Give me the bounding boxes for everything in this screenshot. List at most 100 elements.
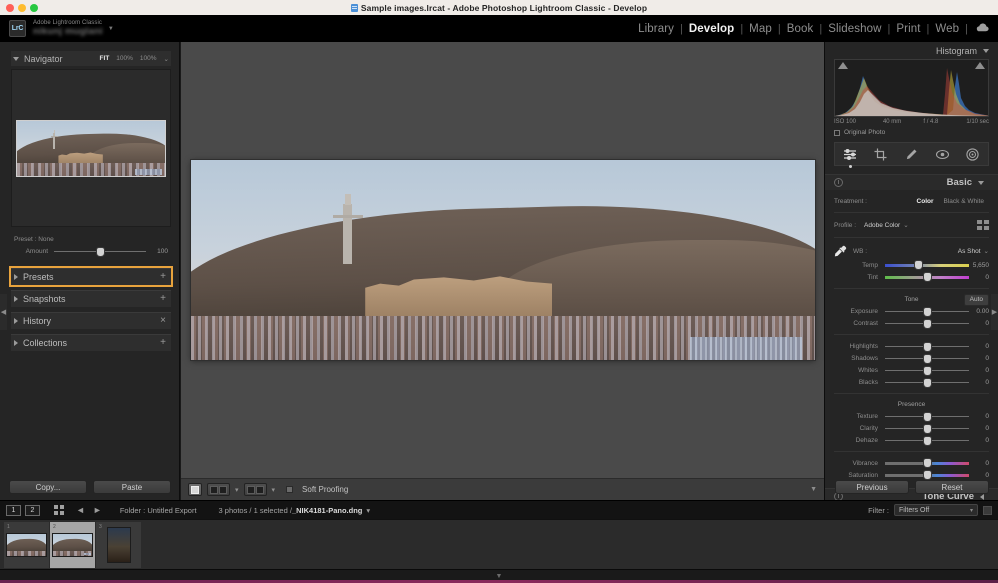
dehaze-slider-row[interactable]: Dehaze 0	[834, 434, 989, 446]
chevron-right-icon[interactable]	[14, 296, 18, 302]
tint-slider-knob[interactable]	[924, 273, 931, 281]
blacks-slider-row[interactable]: Blacks 0	[834, 376, 989, 388]
filter-dropdown[interactable]: Filters Off ▾	[894, 504, 978, 516]
original-photo-toggle[interactable]: Original Photo	[834, 129, 989, 136]
module-print[interactable]: Print	[890, 23, 926, 35]
tint-slider-track[interactable]	[885, 276, 969, 279]
profile-row[interactable]: Profile : Adobe Color ⌄	[834, 218, 989, 232]
split-caret-icon[interactable]: ▾	[272, 486, 276, 494]
chevron-down-icon[interactable]	[983, 49, 989, 53]
exposure-slider-knob[interactable]	[924, 308, 931, 316]
loupe-view-button[interactable]	[188, 483, 202, 496]
auto-tone-button[interactable]: Auto	[964, 294, 989, 306]
highlights-slider-track[interactable]	[885, 346, 969, 347]
profile-value[interactable]: Adobe Color	[864, 222, 900, 229]
blacks-slider-track[interactable]	[885, 382, 969, 383]
amount-slider-row[interactable]: Amount 100	[14, 246, 168, 257]
whites-slider-track[interactable]	[885, 370, 969, 371]
main-photo-preview[interactable]	[191, 160, 815, 360]
temp-slider-row[interactable]: Temp 5,650	[834, 259, 989, 271]
toolbar-options-caret-icon[interactable]: ▼	[810, 486, 817, 493]
histogram-header[interactable]: Histogram	[825, 42, 998, 59]
vibrance-slider-row[interactable]: Vibrance 0	[834, 457, 989, 469]
treatment-bw-option[interactable]: Black & White	[939, 198, 989, 205]
arrow-right-icon[interactable]: ►	[93, 505, 102, 515]
highlights-slider-knob[interactable]	[924, 343, 931, 351]
histogram-graph[interactable]	[834, 59, 989, 117]
module-book[interactable]: Book	[781, 23, 820, 35]
blacks-slider-knob[interactable]	[924, 379, 931, 387]
plus-icon[interactable]: +	[160, 338, 166, 348]
profile-caret-icon[interactable]: ⌄	[903, 221, 908, 229]
reset-button[interactable]: Reset	[915, 480, 989, 494]
clarity-slider-track[interactable]	[885, 428, 969, 429]
right-panel-collapse-arrow[interactable]: ▶	[991, 294, 998, 330]
shadows-slider-track[interactable]	[885, 358, 969, 359]
page-tab-1[interactable]: 1	[6, 505, 21, 516]
zoom-100a[interactable]: 100%	[116, 55, 133, 62]
exposure-slider-row[interactable]: Exposure 0.00	[834, 305, 989, 317]
plus-icon[interactable]: +	[160, 272, 166, 282]
arrow-left-icon[interactable]: ◄	[76, 505, 85, 515]
dehaze-slider-track[interactable]	[885, 440, 969, 441]
page-tab-2[interactable]: 2	[25, 505, 40, 516]
current-file-name[interactable]: _NIK4181-Pano.dng	[292, 506, 362, 515]
tint-slider-row[interactable]: Tint 0	[834, 271, 989, 283]
navigator-thumbnail[interactable]	[16, 120, 166, 177]
photo-canvas[interactable]	[181, 42, 824, 478]
module-slideshow[interactable]: Slideshow	[822, 23, 887, 35]
vibrance-slider-track[interactable]	[885, 462, 969, 465]
chevron-down-icon[interactable]	[13, 57, 19, 61]
plus-icon[interactable]: +	[160, 294, 166, 304]
clarity-slider-knob[interactable]	[924, 425, 931, 433]
copy-button[interactable]: Copy...	[9, 480, 87, 494]
sidebar-item-history[interactable]: History ×	[11, 312, 171, 329]
temp-slider-track[interactable]	[885, 264, 969, 267]
whites-slider-knob[interactable]	[924, 367, 931, 375]
navigator-zoom-controls[interactable]: FIT 100% 100% ⌄	[100, 55, 169, 63]
shadows-slider-knob[interactable]	[924, 355, 931, 363]
profile-grid-icon[interactable]	[977, 220, 989, 230]
vibrance-slider-knob[interactable]	[924, 459, 931, 467]
highlights-slider-row[interactable]: Highlights 0	[834, 340, 989, 352]
wb-caret-icon[interactable]: ⌄	[984, 247, 989, 255]
chevron-right-icon[interactable]	[14, 340, 18, 346]
amount-slider-track[interactable]	[54, 251, 146, 252]
sidebar-item-presets[interactable]: Presets +	[11, 268, 171, 285]
zoom-fit[interactable]: FIT	[100, 55, 110, 62]
crop-icon[interactable]	[873, 146, 889, 162]
chevron-right-icon[interactable]	[14, 274, 18, 280]
zoom-dropdown-caret[interactable]: ⌄	[164, 55, 169, 63]
red-eye-icon[interactable]	[934, 146, 950, 162]
whites-slider-row[interactable]: Whites 0	[834, 364, 989, 376]
basic-panel-header[interactable]: Basic	[825, 174, 998, 190]
edit-sliders-icon[interactable]	[842, 146, 858, 162]
module-develop[interactable]: Develop	[683, 23, 740, 35]
filmstrip-collapse-caret-icon[interactable]: ▼	[496, 573, 503, 580]
chevron-down-icon[interactable]: ▾	[970, 507, 973, 514]
treatment-color-option[interactable]: Color	[912, 198, 939, 205]
chevron-right-icon[interactable]	[14, 318, 18, 324]
navigator-preview-area[interactable]	[11, 69, 171, 227]
sidebar-item-snapshots[interactable]: Snapshots +	[11, 290, 171, 307]
white-balance-row[interactable]: WB : As Shot ⌄	[834, 243, 989, 259]
file-dropdown-caret-icon[interactable]: ▾	[366, 506, 370, 515]
exposure-slider-track[interactable]	[885, 311, 969, 312]
identity-plate[interactable]: Adobe Lightroom Classic nikunj muglani	[33, 20, 103, 36]
texture-slider-track[interactable]	[885, 416, 969, 417]
before-after-side-by-side-button[interactable]	[207, 483, 230, 496]
healing-brush-icon[interactable]	[903, 146, 919, 162]
dehaze-slider-knob[interactable]	[924, 437, 931, 445]
before-after-caret-icon[interactable]: ▾	[235, 486, 239, 494]
cloud-icon[interactable]	[975, 23, 989, 35]
grid-view-icon[interactable]	[54, 505, 64, 515]
clarity-slider-row[interactable]: Clarity 0	[834, 422, 989, 434]
sidebar-item-collections[interactable]: Collections +	[11, 334, 171, 351]
identity-dropdown-caret[interactable]: ▼	[108, 26, 114, 32]
left-panel-collapse-arrow[interactable]: ◀	[0, 294, 7, 330]
module-web[interactable]: Web	[929, 23, 965, 35]
texture-slider-row[interactable]: Texture 0	[834, 410, 989, 422]
filmstrip-thumbnail-3[interactable]: 3	[96, 522, 141, 568]
texture-slider-knob[interactable]	[924, 413, 931, 421]
filmstrip-thumbnail-1[interactable]: 1	[4, 522, 49, 568]
